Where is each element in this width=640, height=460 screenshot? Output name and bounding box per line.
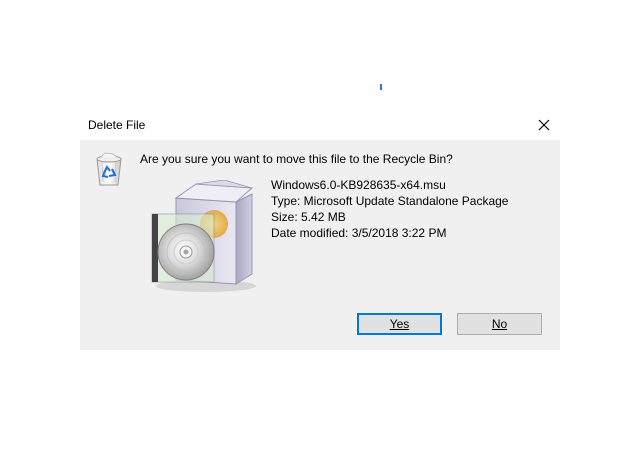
confirmation-question: Are you sure you want to move this file … <box>140 152 453 166</box>
no-button-label: No <box>491 317 508 331</box>
file-name: Windows6.0-KB928635-x64.msu <box>271 178 446 192</box>
yes-button-label: Yes <box>389 317 410 331</box>
recycle-bin-icon <box>96 152 122 186</box>
close-icon <box>538 119 550 131</box>
file-date-modified: Date modified: 3/5/2018 3:22 PM <box>271 226 447 240</box>
stray-mark <box>380 84 382 90</box>
yes-button[interactable]: Yes <box>357 313 442 335</box>
dialog-title: Delete File <box>88 118 146 132</box>
title-bar: Delete File <box>80 110 560 140</box>
software-package-icon <box>151 180 256 292</box>
file-size: Size: 5.42 MB <box>271 210 346 224</box>
close-button[interactable] <box>532 113 556 137</box>
file-details: Windows6.0-KB928635-x64.msu Type: Micros… <box>271 177 508 241</box>
file-type: Type: Microsoft Update Standalone Packag… <box>271 194 509 208</box>
delete-file-dialog: Delete File Are you sure you want to mov… <box>80 110 560 350</box>
no-button[interactable]: No <box>457 313 542 335</box>
